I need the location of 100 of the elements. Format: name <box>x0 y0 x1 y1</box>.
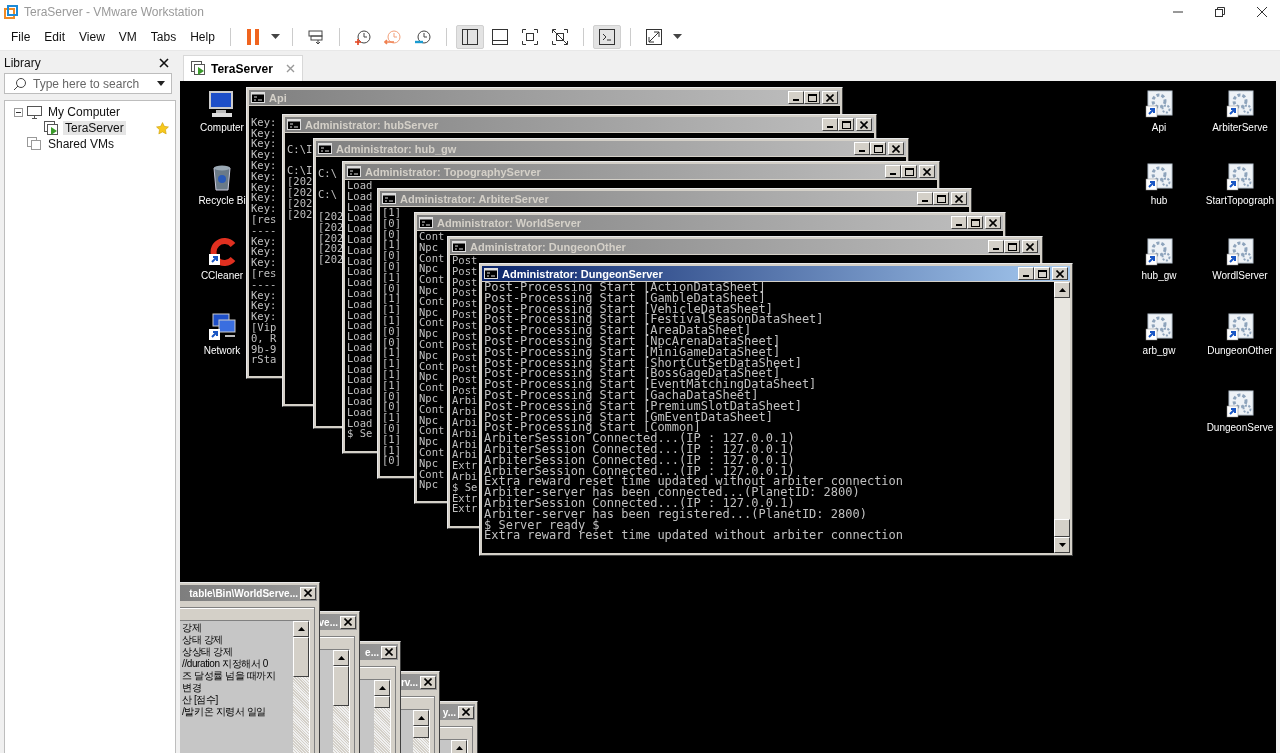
close-button[interactable] <box>919 165 935 178</box>
minimize-button[interactable] <box>951 216 967 229</box>
minimize-button[interactable] <box>854 142 870 155</box>
close-button[interactable] <box>1052 267 1068 280</box>
close-button[interactable] <box>822 91 838 104</box>
close-button[interactable] <box>300 586 316 600</box>
list-item[interactable]: 강제 <box>182 622 202 634</box>
maximize-icon <box>873 144 883 153</box>
close-icon <box>860 120 868 129</box>
scroll-thumb[interactable] <box>1054 519 1070 537</box>
console-line: Key: <box>251 235 277 247</box>
list-box[interactable]: 강제 상태 강제 상상태 강제 //duration 지정해서 0 즈 달성률 넘을 때까지 변경 산 [점수] /발키온 지령서 일일 <box>180 620 310 753</box>
maximize-button[interactable] <box>901 165 917 178</box>
close-button[interactable] <box>420 675 436 689</box>
list-item[interactable]: /발키온 지령서 일일 <box>182 706 266 718</box>
console-line: Cont <box>419 231 445 242</box>
cleaner-icon[interactable] <box>207 237 237 267</box>
minimize-button[interactable] <box>1018 267 1034 280</box>
console-line: Cont <box>419 252 445 264</box>
minimize-icon <box>956 224 962 226</box>
close-button[interactable] <box>951 192 967 205</box>
console-line: Npc <box>419 349 438 361</box>
maximize-button[interactable] <box>1004 240 1020 253</box>
maximize-button[interactable] <box>1034 267 1050 280</box>
search-field[interactable]: Type here to search <box>4 73 172 94</box>
menu-item[interactable]: Tabs <box>143 26 184 47</box>
close-button[interactable] <box>888 142 904 155</box>
scrollbar[interactable] <box>1054 282 1070 553</box>
tree-item[interactable]: TeraServer <box>63 121 126 135</box>
gear-shortcut-icon[interactable] <box>1225 89 1255 119</box>
close-button[interactable] <box>458 705 474 719</box>
console-line: Key: <box>251 116 277 128</box>
restore-icon <box>1214 5 1226 18</box>
collapse-icon[interactable] <box>14 107 23 117</box>
close-icon[interactable] <box>159 58 169 68</box>
menu-item[interactable]: View <box>72 26 112 47</box>
list-item[interactable]: 상태 강제 <box>182 634 223 646</box>
minimize-button[interactable] <box>822 118 838 131</box>
arrow-up-icon[interactable] <box>297 627 305 631</box>
arrow-up-icon[interactable] <box>337 656 345 660</box>
console-line: Load <box>347 341 373 353</box>
scroll-thumb[interactable] <box>413 726 429 738</box>
gear-shortcut-icon[interactable] <box>1144 312 1174 342</box>
tab[interactable]: TeraServer <box>183 55 303 81</box>
list-item[interactable]: 변경 <box>182 682 202 694</box>
gear-shortcut-icon[interactable] <box>1225 312 1255 342</box>
console-line: Post-Processing Start [PremiumSlotDataSheet] <box>484 400 802 412</box>
gear-shortcut-icon[interactable] <box>1144 237 1174 267</box>
list-item[interactable]: 산 [점수] <box>182 694 218 706</box>
console-line: [0] <box>382 228 401 240</box>
scrollbar[interactable] <box>374 680 390 753</box>
console-line: Post <box>452 341 478 353</box>
tree-item[interactable]: Shared VMs <box>46 137 117 151</box>
close-button[interactable] <box>1022 240 1038 253</box>
scroll-thumb[interactable] <box>293 637 309 677</box>
arrow-up-icon[interactable] <box>417 716 425 720</box>
window-title: Administrator: DungeonOther <box>470 240 626 253</box>
scrollbar[interactable] <box>333 650 349 753</box>
close-button[interactable] <box>856 118 872 131</box>
gear-shortcut-icon[interactable] <box>1225 389 1255 419</box>
close-button[interactable] <box>985 216 1001 229</box>
minimize-button[interactable] <box>988 240 1004 253</box>
gear-shortcut-icon[interactable] <box>1144 162 1174 192</box>
menu-item[interactable]: Help <box>183 26 222 47</box>
maximize-button[interactable] <box>838 118 854 131</box>
gear-shortcut-icon[interactable] <box>1225 162 1255 192</box>
menu-item[interactable]: VM <box>111 26 144 47</box>
maximize-button[interactable] <box>933 192 949 205</box>
arrow-up-icon[interactable] <box>1058 288 1066 292</box>
minimize-button[interactable] <box>885 165 901 178</box>
maximize-button[interactable] <box>870 142 886 155</box>
console-line: [1] <box>382 444 401 456</box>
maximize-button[interactable] <box>804 91 820 104</box>
console-line: Key: <box>251 311 277 322</box>
console-view-button[interactable] <box>592 24 621 49</box>
scroll-thumb[interactable] <box>333 666 349 706</box>
maximize-button[interactable] <box>967 216 983 229</box>
arrow-up-icon[interactable] <box>455 746 463 750</box>
close-button[interactable] <box>340 615 356 629</box>
gear-shortcut-icon[interactable] <box>1144 89 1174 119</box>
view-button[interactable] <box>455 24 484 49</box>
console-line: Extr <box>452 492 478 504</box>
scroll-thumb[interactable] <box>374 696 390 708</box>
arrow-down-icon[interactable] <box>1058 543 1066 547</box>
tree-item[interactable]: My Computer <box>46 105 123 119</box>
shared-vms-icon <box>27 137 42 151</box>
list-item[interactable]: 상상태 강제 <box>182 646 233 658</box>
gear-shortcut-icon[interactable] <box>1225 237 1255 267</box>
arrow-up-icon[interactable] <box>378 686 386 690</box>
scrollbar[interactable] <box>293 621 309 753</box>
list-item[interactable]: 즈 달성률 넘을 때까지 <box>182 670 276 682</box>
console-line: Extra reward reset time updated without arbiter connection <box>484 530 904 542</box>
console-line: Cont <box>419 468 445 480</box>
list-item[interactable]: //duration 지정해서 0 <box>182 658 268 670</box>
menu-item[interactable]: Edit <box>37 26 73 47</box>
close-button[interactable] <box>381 645 397 659</box>
minimize-button[interactable] <box>788 91 804 104</box>
network-icon[interactable] <box>207 312 237 342</box>
minimize-button[interactable] <box>917 192 933 205</box>
menu-item[interactable]: File <box>4 26 38 47</box>
